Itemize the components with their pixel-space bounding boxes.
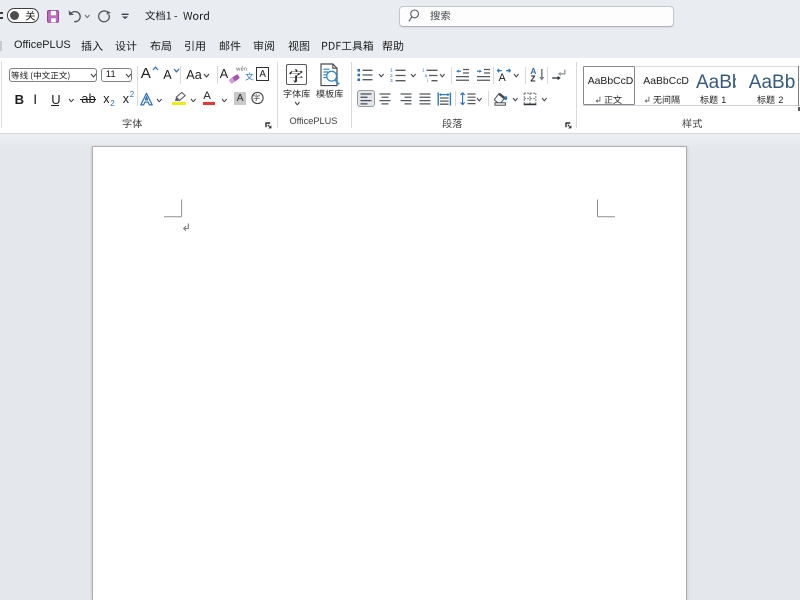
svg-text:1: 1 xyxy=(390,67,393,73)
svg-text:i: i xyxy=(427,78,428,83)
svg-text:2: 2 xyxy=(390,72,393,78)
svg-text:3: 3 xyxy=(390,78,393,83)
svg-text:Z: Z xyxy=(530,73,535,82)
svg-text:A: A xyxy=(498,72,506,82)
